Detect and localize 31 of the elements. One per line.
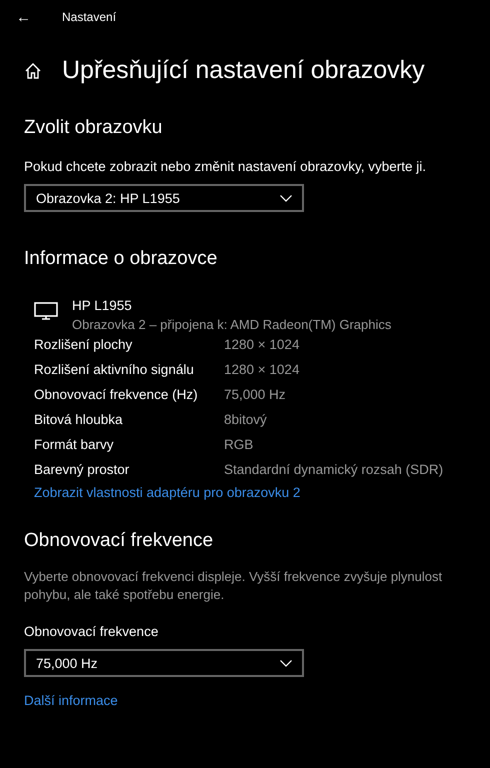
section-heading: Zvolit obrazovku [24, 117, 164, 139]
display-dropdown[interactable]: Obrazovka 2: HP L1955 [24, 184, 304, 212]
info-value: 75,000 Hz [224, 387, 286, 402]
info-value: RGB [224, 437, 254, 452]
info-label: Bitová hloubka [34, 412, 124, 427]
home-icon[interactable] [24, 62, 42, 80]
info-value: 8bitový [224, 412, 267, 427]
chevron-down-icon [280, 194, 292, 202]
description: Pokud chcete zobrazit nebo změnit nastavení obrazovky, vyberte ji. [24, 159, 427, 174]
page-title: Upřesňující nastavení obrazovky [62, 56, 425, 85]
section-heading: Obnovovací frekvence [24, 530, 214, 552]
description: Vyberte obnovovací frekvenci displeje. Vyšší frekvence zvyšuje plynulost pohybu, ale také spotřebu energie. [24, 568, 444, 604]
section-heading: Informace o obrazovce [24, 248, 218, 270]
info-label: Rozlišení plochy [34, 337, 134, 352]
monitor-icon [34, 302, 58, 320]
info-label: Barevný prostor [34, 462, 130, 477]
info-label: Formát barvy [34, 437, 115, 452]
back-button[interactable]: ← [16, 8, 62, 26]
refresh-rate-dropdown[interactable]: 75,000 Hz [24, 649, 304, 677]
monitor-subtitle: Obrazovka 2 – připojena k: AMD Radeon(TM) Graphics [72, 317, 392, 332]
info-value: 1280 × 1024 [224, 337, 300, 352]
info-value: Standardní dynamický rozsah (SDR) [224, 462, 444, 477]
adapter-properties-link[interactable]: Zobrazit vlastnosti adaptéru pro obrazovku 2 [34, 485, 300, 500]
info-label: Obnovovací frekvence (Hz) [34, 387, 199, 402]
more-info-link[interactable]: Další informace [24, 693, 118, 708]
app-title: Nastavení [62, 10, 116, 24]
info-label: Rozlišení aktivního signálu [34, 362, 195, 377]
info-value: 1280 × 1024 [224, 362, 300, 377]
field-label: Obnovovací frekvence [24, 624, 160, 639]
monitor-name: HP L1955 [72, 298, 133, 313]
chevron-down-icon [280, 660, 292, 666]
